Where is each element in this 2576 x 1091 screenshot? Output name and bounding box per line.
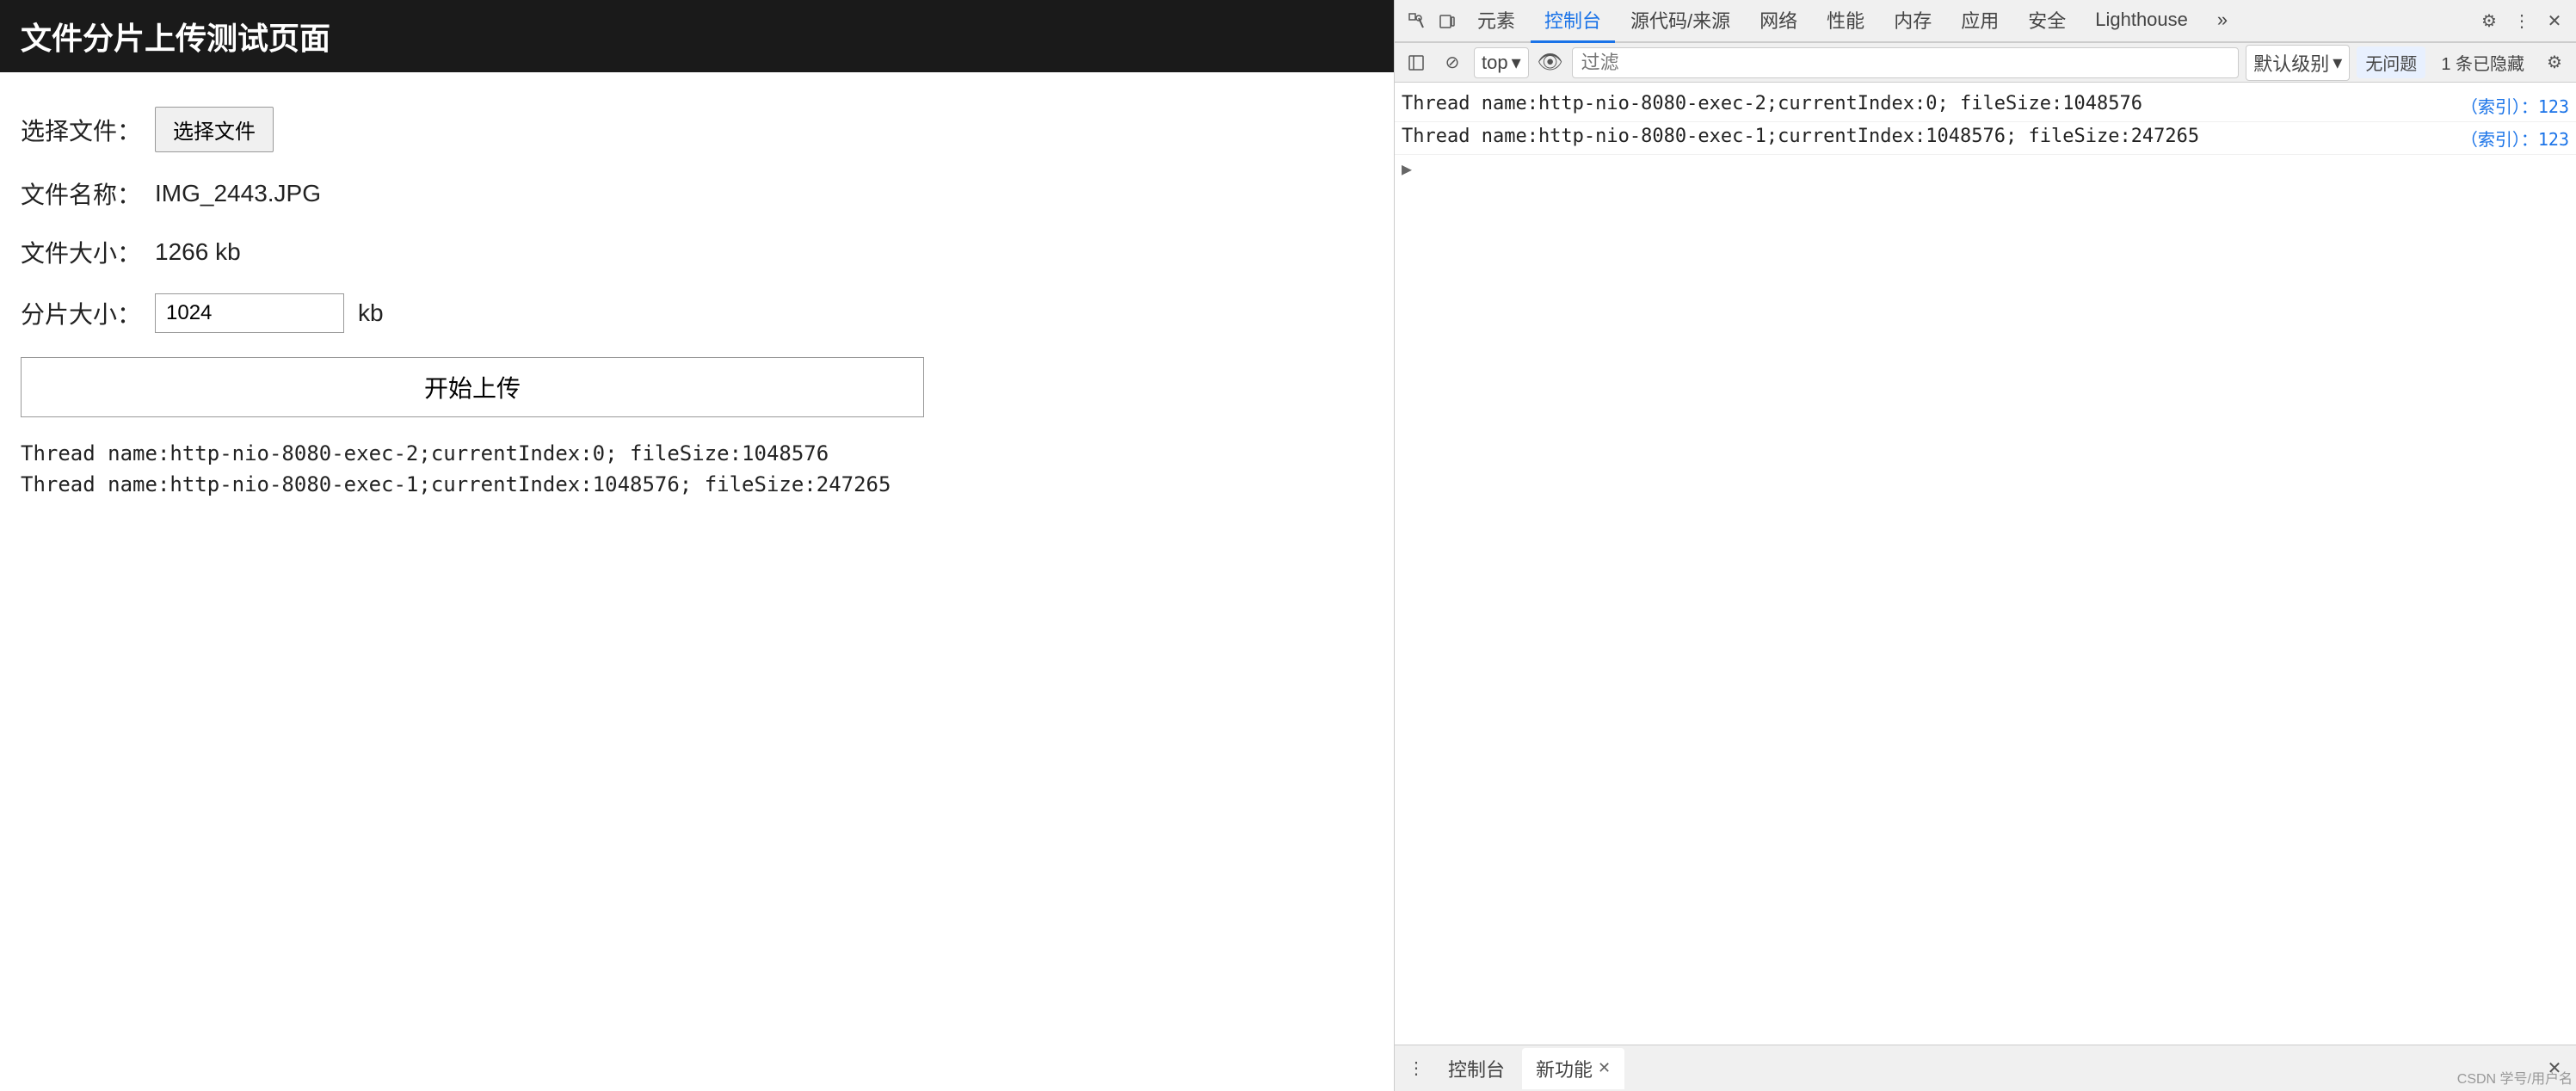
devtools-top-icons: ⚙ ⋮ ✕ [2474, 6, 2569, 35]
chunk-size-input[interactable] [155, 293, 344, 333]
bottom-more-icon[interactable]: ⋮ [1402, 1054, 1431, 1083]
console-entry-2: Thread name:http-nio-8080-exec-1;current… [1395, 122, 2576, 155]
tab-memory[interactable]: 内存 [1880, 0, 1945, 43]
filesize-label: 文件大小： [21, 235, 141, 269]
log-line-2: Thread name:http-nio-8080-exec-1;current… [21, 472, 1373, 496]
chunk-size-unit: kb [358, 299, 384, 327]
tab-application[interactable]: 应用 [1947, 0, 2012, 43]
chunk-size-label: 分片大小： [21, 296, 141, 330]
console-entry-1: Thread name:http-nio-8080-exec-2;current… [1395, 89, 2576, 122]
console-output: Thread name:http-nio-8080-exec-2;current… [1395, 83, 2576, 1045]
tab-lighthouse[interactable]: Lighthouse [2081, 2, 2202, 40]
filename-label: 文件名称： [21, 176, 141, 211]
log-output: Thread name:http-nio-8080-exec-2;current… [21, 441, 1373, 496]
console-source-2[interactable]: （索引）：123 [2461, 126, 2569, 151]
expand-arrow-icon[interactable]: ▶ [1395, 155, 2576, 182]
device-toolbar-icon[interactable] [1433, 6, 1462, 35]
page-title: 文件分片上传测试页面 [0, 0, 1394, 72]
eye-icon[interactable]: 👁 [1536, 48, 1565, 77]
tab-network[interactable]: 网络 [1746, 0, 1811, 43]
bottom-tab-new-feature[interactable]: 新功能 ✕ [1522, 1048, 1624, 1089]
hidden-count: 1 条已隐藏 [2432, 46, 2533, 78]
more-options-icon[interactable]: ⋮ [2507, 6, 2536, 35]
select-file-label: 选择文件： [21, 113, 141, 147]
console-log-text-2: Thread name:http-nio-8080-exec-1;current… [1402, 126, 2199, 147]
context-dropdown[interactable]: top ▾ [1474, 47, 1529, 78]
console-settings-icon[interactable]: ⚙ [2540, 48, 2569, 77]
tab-sources[interactable]: 源代码/来源 [1617, 0, 1744, 43]
devtools-bottom-bar: ⋮ 控制台 新功能 ✕ ✕ [1395, 1045, 2576, 1091]
bottom-tab-console[interactable]: 控制台 [1434, 1048, 1519, 1089]
tab-more[interactable]: » [2203, 2, 2241, 40]
tab-elements[interactable]: 元素 [1464, 0, 1529, 43]
filesize-value: 1266 kb [155, 238, 241, 266]
chunk-size-row: 分片大小： kb [21, 293, 1373, 333]
page-content: 选择文件： 选择文件 文件名称： IMG_2443.JPG 文件大小： 1266… [0, 72, 1394, 531]
console-source-1[interactable]: （索引）：123 [2461, 93, 2569, 118]
watermark: CSDN 学号/用户名 [2457, 1067, 2573, 1088]
console-toolbar: ⊘ top ▾ 👁 默认级别 ▾ 无问题 1 条已隐藏 ⚙ [1395, 43, 2576, 83]
filename-row: 文件名称： IMG_2443.JPG [21, 176, 1373, 211]
no-issues-badge: 无问题 [2357, 46, 2425, 78]
webpage-panel: 文件分片上传测试页面 选择文件： 选择文件 文件名称： IMG_2443.JPG… [0, 0, 1394, 1091]
log-line-1: Thread name:http-nio-8080-exec-2;current… [21, 441, 1373, 465]
filter-input[interactable] [1572, 47, 2240, 78]
select-file-row: 选择文件： 选择文件 [21, 107, 1373, 152]
tab-performance[interactable]: 性能 [1813, 0, 1878, 43]
filesize-row: 文件大小： 1266 kb [21, 235, 1373, 269]
filename-value: IMG_2443.JPG [155, 180, 321, 207]
devtools-tab-bar: 元素 控制台 源代码/来源 网络 性能 内存 应用 安全 Lighthouse … [1395, 0, 2576, 43]
block-icon[interactable]: ⊘ [1438, 48, 1467, 77]
bottom-tab-close-icon[interactable]: ✕ [1598, 1059, 1611, 1077]
console-log-text-1: Thread name:http-nio-8080-exec-2;current… [1402, 93, 2142, 114]
settings-icon[interactable]: ⚙ [2474, 6, 2504, 35]
tab-console[interactable]: 控制台 [1531, 0, 1615, 43]
console-right-controls: 默认级别 ▾ 无问题 1 条已隐藏 ⚙ [2246, 45, 2569, 81]
choose-file-button[interactable]: 选择文件 [155, 107, 274, 152]
tab-security[interactable]: 安全 [2014, 0, 2080, 43]
inspect-element-icon[interactable] [1402, 6, 1431, 35]
sidebar-toggle-icon[interactable] [1402, 48, 1431, 77]
upload-button[interactable]: 开始上传 [21, 357, 924, 417]
default-level-dropdown[interactable]: 默认级别 ▾ [2246, 45, 2350, 81]
devtools-panel: 元素 控制台 源代码/来源 网络 性能 内存 应用 安全 Lighthouse … [1394, 0, 2576, 1091]
close-devtools-icon[interactable]: ✕ [2540, 6, 2569, 35]
